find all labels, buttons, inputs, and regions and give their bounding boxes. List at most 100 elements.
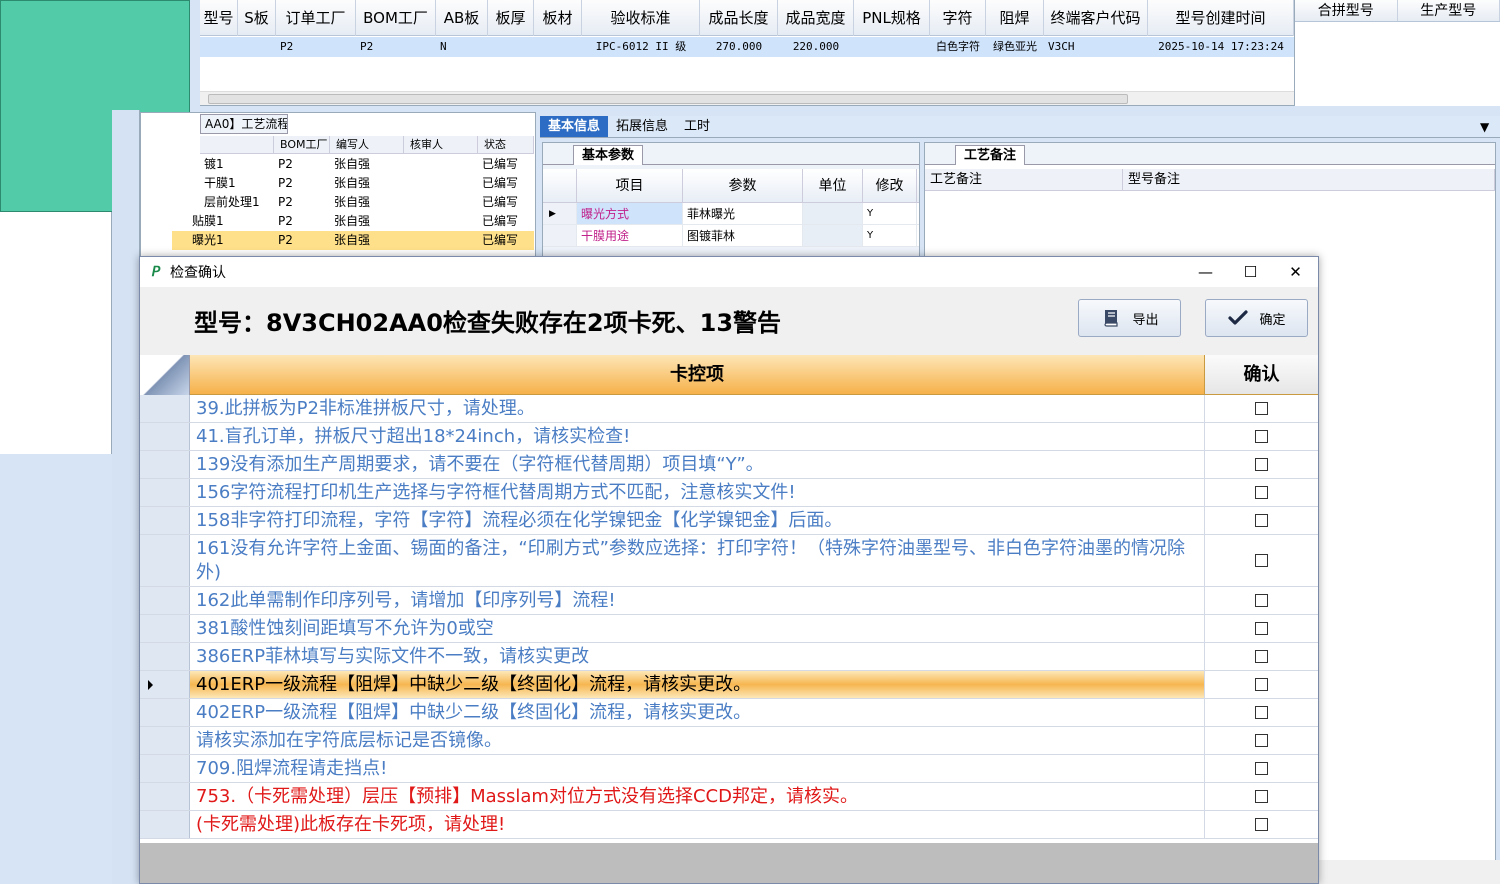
row-indicator[interactable] (140, 783, 190, 810)
row-indicator[interactable] (140, 479, 190, 506)
maximize-icon[interactable]: ☐ (1228, 257, 1273, 287)
col-header[interactable]: 阻焊 (986, 0, 1044, 36)
confirm-checkbox[interactable] (1255, 762, 1268, 775)
confirm-checkbox[interactable] (1255, 818, 1268, 831)
table-row[interactable]: 139没有添加生产周期要求，请不要在（字符框代替周期）项目填“Y”。 (140, 451, 1318, 479)
table-row[interactable]: 干膜用途 图镀菲林 Y (543, 225, 919, 247)
horizontal-scrollbar[interactable] (200, 91, 1294, 105)
row-indicator[interactable] (140, 755, 190, 782)
row-indicator[interactable] (140, 643, 190, 670)
col-header[interactable]: 终端客户代码 (1044, 0, 1148, 36)
confirm-cell (1205, 643, 1318, 670)
dialog-titlebar[interactable]: 𝘗 检查确认 — ☐ ✕ (140, 257, 1318, 287)
confirm-button[interactable]: 确定 (1205, 299, 1308, 337)
cell: Y (863, 225, 917, 246)
col-header-check-item[interactable]: 卡控项 (190, 355, 1205, 394)
col-header[interactable]: 型号创建时间 (1148, 0, 1294, 36)
chevron-down-icon[interactable]: ▼ (1480, 120, 1489, 134)
row-indicator[interactable] (140, 423, 190, 450)
confirm-checkbox[interactable] (1255, 650, 1268, 663)
col-header[interactable]: 参数 (683, 169, 803, 202)
table-row[interactable]: 386ERP菲林填写与实际文件不一致，请核实更改 (140, 643, 1318, 671)
confirm-checkbox[interactable] (1255, 678, 1268, 691)
col-header[interactable]: S板 (238, 0, 276, 36)
tree-item[interactable]: 干膜1 P2 张自强 已编写 (200, 174, 534, 193)
table-row[interactable]: 158非字符打印流程，字符【字符】流程必须在化学镍钯金【化学镍钯金】后面。 (140, 507, 1318, 535)
close-icon[interactable]: ✕ (1273, 257, 1318, 287)
table-row[interactable]: 401ERP一级流程【阻焊】中缺少二级【终固化】流程，请核实更改。 (140, 671, 1318, 699)
col-header[interactable]: 合拼型号 (1295, 0, 1398, 21)
row-indicator[interactable] (140, 811, 190, 838)
tree-item-name: 贴膜1 (192, 214, 224, 228)
col-header[interactable]: 单位 (803, 169, 863, 202)
row-indicator[interactable] (140, 451, 190, 478)
col-header[interactable]: 订单工厂 (276, 0, 356, 36)
table-row[interactable]: 161没有允许字符上金面、锡面的备注，“印刷方式”参数应选择：打印字符！（特殊字… (140, 535, 1318, 587)
confirm-checkbox[interactable] (1255, 734, 1268, 747)
export-button[interactable]: 导出 (1078, 299, 1181, 337)
table-row[interactable]: P2 P2 N IPC-6012 II 级 270.000 220.000 白色… (200, 37, 1294, 57)
col-header[interactable]: 项目 (577, 169, 683, 202)
table-row[interactable]: ▶ 曝光方式 菲林曝光 Y (543, 203, 919, 225)
confirm-checkbox[interactable] (1255, 458, 1268, 471)
table-row[interactable]: 753.（卡死需处理）层压【预排】Masslam对位方式没有选择CCD邦定，请核… (140, 783, 1318, 811)
col-header-confirm[interactable]: 确认 (1205, 355, 1318, 394)
confirm-checkbox[interactable] (1255, 706, 1268, 719)
tab-work-hours[interactable]: 工时 (676, 116, 718, 137)
confirm-checkbox[interactable] (1255, 402, 1268, 415)
check-item-text: 753.（卡死需处理）层压【预排】Masslam对位方式没有选择CCD邦定，请核… (190, 783, 1205, 810)
row-indicator[interactable] (140, 507, 190, 534)
tab-process-remark[interactable]: 工艺备注 (955, 145, 1026, 165)
col-header[interactable]: 修改 (863, 169, 917, 202)
confirm-checkbox[interactable] (1255, 622, 1268, 635)
cell: 已编写 (482, 176, 519, 190)
confirm-checkbox[interactable] (1255, 486, 1268, 499)
col-header[interactable]: 成品宽度 (778, 0, 854, 36)
table-row[interactable]: (卡死需处理)此板存在卡死项，请处理! (140, 811, 1318, 839)
tree-item[interactable]: 层前处理1 P2 张自强 已编写 (200, 193, 534, 212)
col-header[interactable]: 型号 (200, 0, 238, 36)
col-header[interactable]: 成品长度 (700, 0, 778, 36)
left-splitter[interactable] (112, 110, 140, 884)
col-header[interactable]: BOM工厂 (356, 0, 436, 36)
tab-basic-info[interactable]: 基本信息 (540, 116, 609, 137)
confirm-checkbox[interactable] (1255, 430, 1268, 443)
select-all-corner[interactable] (140, 355, 190, 395)
minimize-icon[interactable]: — (1183, 257, 1228, 287)
scroll-thumb[interactable] (208, 94, 1128, 104)
confirm-checkbox[interactable] (1255, 790, 1268, 803)
tab-process-flow[interactable]: AA0】工艺流程 (200, 114, 288, 134)
table-row[interactable]: 402ERP一级流程【阻焊】中缺少二级【终固化】流程，请核实更改。 (140, 699, 1318, 727)
col-header: 型号备注 (1123, 169, 1495, 190)
row-indicator[interactable] (140, 671, 190, 698)
checkmark-icon (1228, 310, 1249, 325)
row-indicator[interactable] (140, 727, 190, 754)
col-header[interactable]: 板材 (534, 0, 582, 36)
table-row[interactable]: 39.此拼板为P2非标准拼板尺寸，请处理。 (140, 395, 1318, 423)
row-indicator[interactable] (140, 395, 190, 422)
tab-extended-info[interactable]: 拓展信息 (608, 116, 676, 137)
col-header[interactable]: 生产型号 (1398, 0, 1500, 21)
confirm-checkbox[interactable] (1255, 554, 1268, 567)
table-row[interactable]: 41.盲孔订单，拼板尺寸超出18*24inch，请核实检查! (140, 423, 1318, 451)
row-indicator[interactable] (140, 535, 190, 586)
table-row[interactable]: 709.阻焊流程请走挡点! (140, 755, 1318, 783)
table-row[interactable]: 156字符流程打印机生产选择与字符框代替周期方式不匹配，注意核实文件! (140, 479, 1318, 507)
table-row[interactable]: 请核实添加在字符底层标记是否镜像。 (140, 727, 1318, 755)
col-header[interactable]: PNL规格 (854, 0, 930, 36)
col-header[interactable]: 字符 (930, 0, 986, 36)
table-row[interactable]: 381酸性蚀刻间距填写不允许为0或空 (140, 615, 1318, 643)
row-indicator[interactable] (140, 615, 190, 642)
row-indicator[interactable] (140, 699, 190, 726)
confirm-checkbox[interactable] (1255, 594, 1268, 607)
col-header[interactable]: 板厚 (488, 0, 534, 36)
row-indicator[interactable] (140, 587, 190, 614)
confirm-checkbox[interactable] (1255, 514, 1268, 527)
table-row[interactable]: 162此单需制作印序列号，请增加【印序列号】流程! (140, 587, 1318, 615)
col-header[interactable]: AB板 (436, 0, 488, 36)
tree-item-selected[interactable]: 曝光1 P2 张自强 已编写 (172, 231, 534, 250)
tree-item[interactable]: 贴膜1 P2 张自强 已编写 (172, 212, 534, 231)
tab-basic-params[interactable]: 基本参数 (573, 145, 644, 165)
tree-item[interactable]: 镀1 P2 张自强 已编写 (200, 155, 534, 174)
col-header[interactable]: 验收标准 (582, 0, 700, 36)
